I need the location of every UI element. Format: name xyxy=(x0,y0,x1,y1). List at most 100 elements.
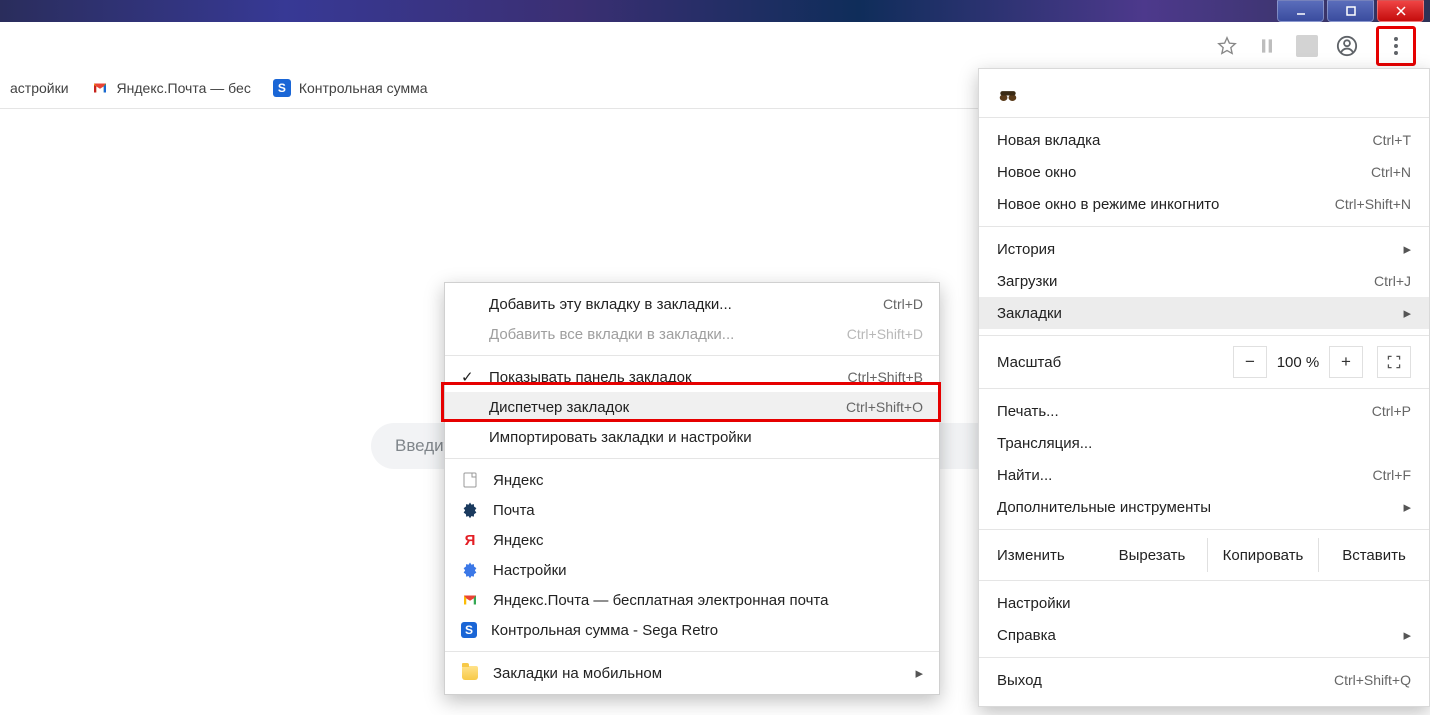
yandex-y-icon: Я xyxy=(461,531,479,549)
bookmarks-submenu: Добавить эту вкладку в закладки... Ctrl+… xyxy=(444,282,940,695)
menu-new-incognito[interactable]: Новое окно в режиме инкогнито Ctrl+Shift… xyxy=(979,188,1429,220)
menu-settings[interactable]: Настройки xyxy=(979,587,1429,619)
sega-s-icon: S xyxy=(461,622,477,638)
bookmark-label: астройки xyxy=(10,80,69,96)
gear-icon xyxy=(461,561,479,579)
bm-add-this-tab[interactable]: Добавить эту вкладку в закладки... Ctrl+… xyxy=(445,289,939,319)
submenu-label: Добавить эту вкладку в закладки... xyxy=(489,296,732,313)
fullscreen-button[interactable] xyxy=(1377,346,1411,378)
submenu-shortcut: Ctrl+Shift+B xyxy=(848,369,923,385)
window-maximize-button[interactable] xyxy=(1327,0,1374,22)
profile-icon[interactable] xyxy=(1336,35,1358,57)
menu-help[interactable]: Справка ▸ xyxy=(979,619,1429,651)
bookmarks-bar-item[interactable]: астройки xyxy=(10,80,69,96)
incognito-icon xyxy=(997,88,1019,102)
gmail-icon xyxy=(461,591,479,609)
bookmarks-bar-item[interactable]: Яндекс.Почта — бес xyxy=(91,79,251,97)
bookmarks-bar-item[interactable]: S Контрольная сумма xyxy=(273,79,428,97)
menu-edit-label: Изменить xyxy=(979,547,1097,564)
bm-manager[interactable]: Диспетчер закладок Ctrl+Shift+O xyxy=(445,392,939,422)
submenu-shortcut: Ctrl+D xyxy=(883,296,923,312)
menu-print[interactable]: Печать... Ctrl+P xyxy=(979,395,1429,427)
menu-new-tab[interactable]: Новая вкладка Ctrl+T xyxy=(979,124,1429,156)
bm-item-ymail[interactable]: Яндекс.Почта — бесплатная электронная по… xyxy=(445,585,939,615)
menu-more-tools[interactable]: Дополнительные инструменты ▸ xyxy=(979,491,1429,523)
submenu-label: Яндекс xyxy=(493,532,543,549)
three-dots-icon xyxy=(1394,37,1398,55)
menu-shortcut: Ctrl+P xyxy=(1372,403,1411,419)
menu-history[interactable]: История ▸ xyxy=(979,233,1429,265)
window-controls xyxy=(1274,0,1424,22)
bm-item-sega[interactable]: SКонтрольная сумма - Sega Retro xyxy=(445,615,939,645)
browser-toolbar xyxy=(0,24,1430,69)
menu-cast[interactable]: Трансляция... xyxy=(979,427,1429,459)
main-menu-button[interactable] xyxy=(1376,26,1416,66)
submenu-shortcut: Ctrl+Shift+D xyxy=(847,326,923,342)
menu-cut[interactable]: Вырезать xyxy=(1097,538,1207,572)
menu-label: Трансляция... xyxy=(997,435,1092,452)
bm-import[interactable]: Импортировать закладки и настройки xyxy=(445,422,939,452)
extension-icon-1[interactable] xyxy=(1256,35,1278,57)
bm-item-yandex2[interactable]: Я Яндекс xyxy=(445,525,939,555)
submenu-label: Яндекс.Почта — бесплатная электронная по… xyxy=(493,592,828,609)
menu-downloads[interactable]: Загрузки Ctrl+J xyxy=(979,265,1429,297)
bm-item-yandex[interactable]: Яндекс xyxy=(445,465,939,495)
menu-edit-row: Изменить Вырезать Копировать Вставить xyxy=(979,536,1429,574)
menu-paste[interactable]: Вставить xyxy=(1318,538,1429,572)
bm-item-settings[interactable]: Настройки xyxy=(445,555,939,585)
window-title-bar xyxy=(0,0,1430,22)
submenu-label: Настройки xyxy=(493,562,567,579)
menu-label: Новое окно в режиме инкогнито xyxy=(997,196,1219,213)
menu-shortcut: Ctrl+Shift+N xyxy=(1335,196,1411,212)
menu-label: Масштаб xyxy=(997,354,1061,371)
folder-icon xyxy=(461,664,479,682)
menu-shortcut: Ctrl+Shift+Q xyxy=(1334,672,1411,688)
submenu-label: Импортировать закладки и настройки xyxy=(489,429,752,446)
menu-label: Дополнительные инструменты xyxy=(997,499,1211,516)
menu-shortcut: Ctrl+N xyxy=(1371,164,1411,180)
menu-label: Справка xyxy=(997,627,1056,644)
menu-label: Печать... xyxy=(997,403,1059,420)
submenu-label: Яндекс xyxy=(493,472,543,489)
bm-item-mail[interactable]: Почта xyxy=(445,495,939,525)
submenu-label: Показывать панель закладок xyxy=(489,369,692,386)
bm-mobile-folder[interactable]: Закладки на мобильном ▸ xyxy=(445,658,939,688)
menu-shortcut: Ctrl+T xyxy=(1373,132,1412,148)
bookmark-label: Яндекс.Почта — бес xyxy=(117,80,251,96)
submenu-shortcut: Ctrl+Shift+O xyxy=(846,399,923,415)
zoom-out-button[interactable]: − xyxy=(1233,346,1267,378)
menu-exit[interactable]: Выход Ctrl+Shift+Q xyxy=(979,664,1429,696)
menu-zoom: Масштаб − 100 % + xyxy=(979,342,1429,382)
bookmark-star-icon[interactable] xyxy=(1216,35,1238,57)
menu-shortcut: Ctrl+J xyxy=(1374,273,1411,289)
submenu-label: Закладки на мобильном xyxy=(493,665,662,682)
menu-new-window[interactable]: Новое окно Ctrl+N xyxy=(979,156,1429,188)
menu-find[interactable]: Найти... Ctrl+F xyxy=(979,459,1429,491)
main-menu: Новая вкладка Ctrl+T Новое окно Ctrl+N Н… xyxy=(978,68,1430,707)
bm-add-all-tabs: Добавить все вкладки в закладки... Ctrl+… xyxy=(445,319,939,349)
submenu-label: Диспетчер закладок xyxy=(489,399,629,416)
submenu-arrow-icon: ▸ xyxy=(1403,240,1411,258)
menu-bookmarks[interactable]: Закладки ▸ xyxy=(979,297,1429,329)
menu-label: Новая вкладка xyxy=(997,132,1100,149)
extension-icon-2[interactable] xyxy=(1296,35,1318,57)
menu-label: Выход xyxy=(997,672,1042,689)
window-close-button[interactable] xyxy=(1377,0,1424,22)
incognito-indicator xyxy=(979,79,1429,111)
submenu-arrow-icon: ▸ xyxy=(1403,626,1411,644)
menu-label: Закладки xyxy=(997,305,1062,322)
check-icon: ✓ xyxy=(461,368,475,386)
window-minimize-button[interactable] xyxy=(1277,0,1324,22)
submenu-arrow-icon: ▸ xyxy=(915,664,923,682)
zoom-in-button[interactable]: + xyxy=(1329,346,1363,378)
bookmark-label: Контрольная сумма xyxy=(299,80,428,96)
zoom-value: 100 % xyxy=(1269,354,1327,371)
menu-label: Загрузки xyxy=(997,273,1057,290)
bm-show-bar[interactable]: ✓ Показывать панель закладок Ctrl+Shift+B xyxy=(445,362,939,392)
menu-copy[interactable]: Копировать xyxy=(1207,538,1318,572)
menu-shortcut: Ctrl+F xyxy=(1373,467,1412,483)
menu-label: Найти... xyxy=(997,467,1052,484)
menu-label: История xyxy=(997,241,1055,258)
menu-label: Новое окно xyxy=(997,164,1076,181)
submenu-arrow-icon: ▸ xyxy=(1403,304,1411,322)
